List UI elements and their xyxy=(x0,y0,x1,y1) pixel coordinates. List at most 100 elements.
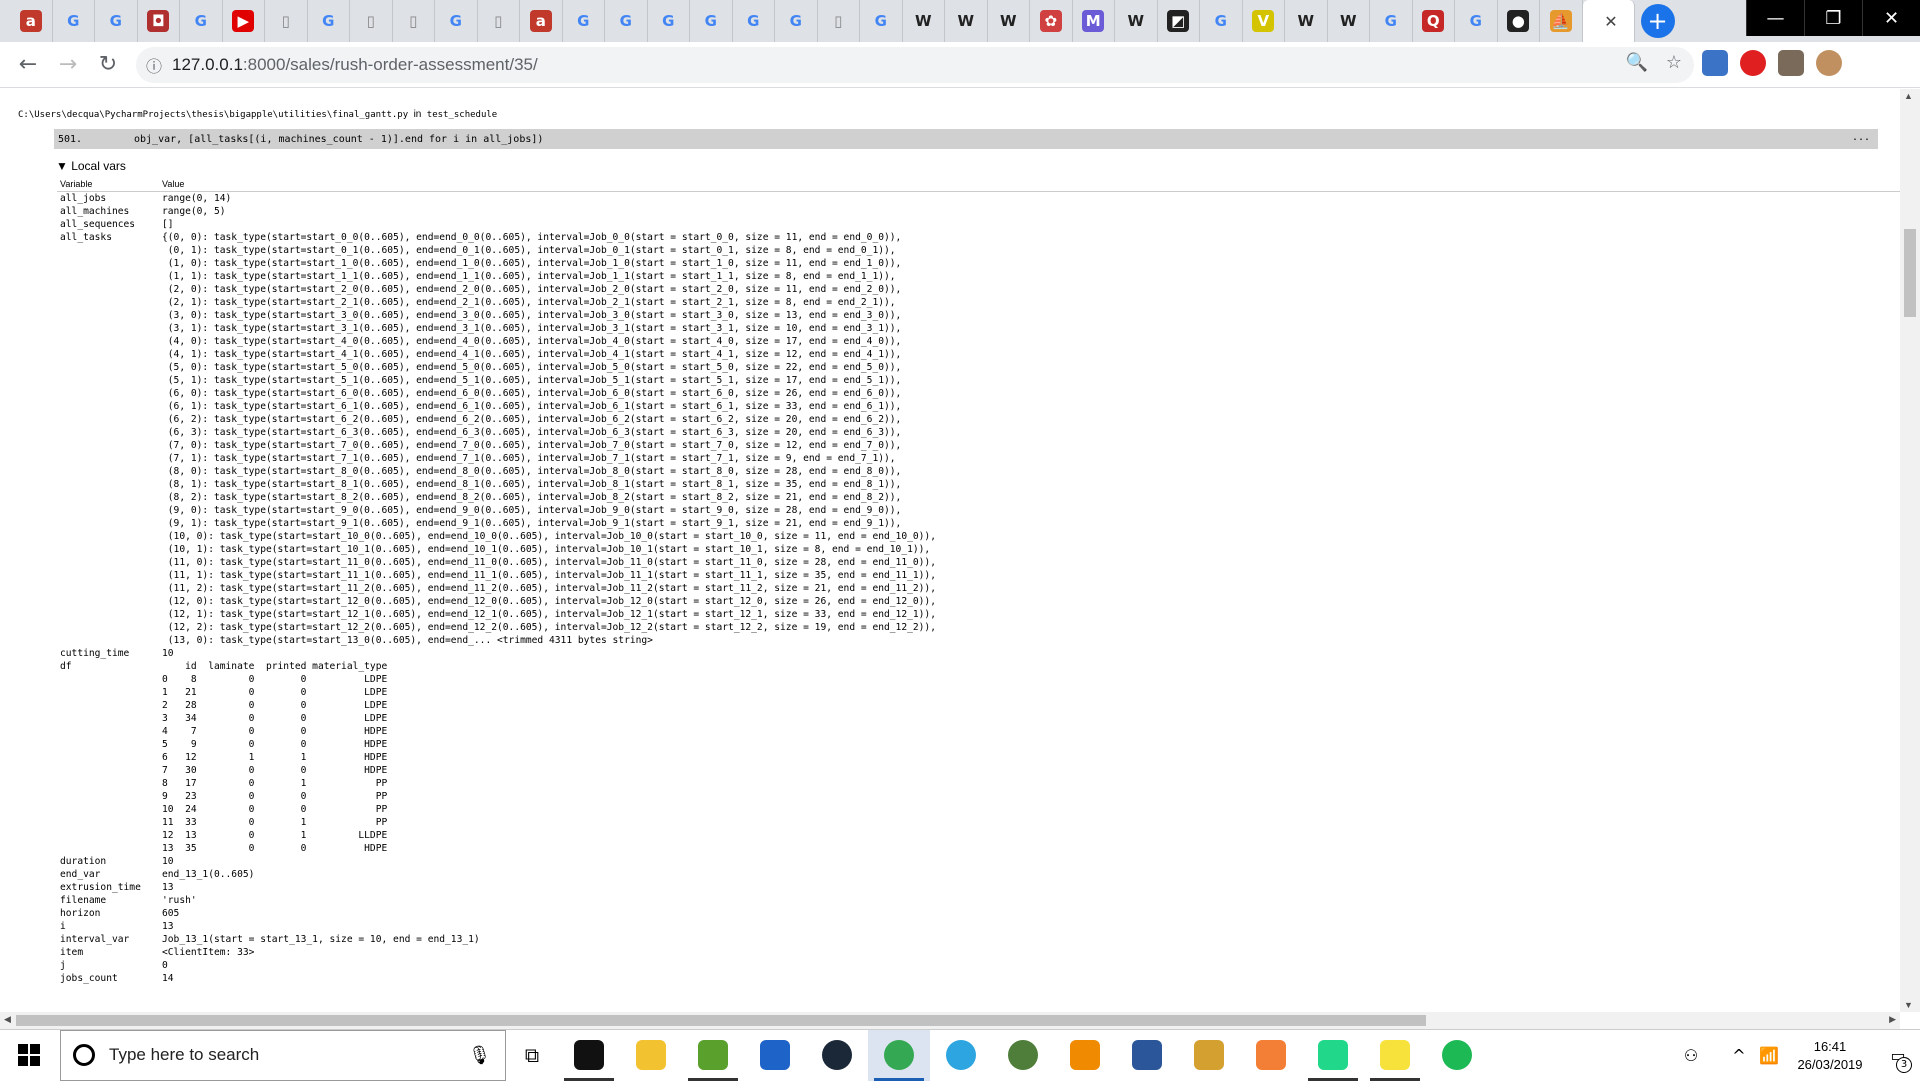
browser-tab[interactable]: W xyxy=(988,0,1030,42)
back-button[interactable]: ← xyxy=(8,45,48,85)
active-tab[interactable]: ✕ xyxy=(1582,0,1635,42)
horizontal-scrollbar[interactable]: ◀ ▶ xyxy=(0,1012,1900,1029)
browser-tab[interactable]: ▯ xyxy=(350,0,393,42)
people-icon[interactable]: ⚇ xyxy=(1676,1046,1706,1065)
browser-tab[interactable]: ● xyxy=(1498,0,1540,42)
taskbar-app-globe[interactable] xyxy=(992,1030,1054,1081)
browser-tab[interactable]: G xyxy=(563,0,605,42)
taskbar-app-paint[interactable] xyxy=(1178,1030,1240,1081)
browser-tab[interactable]: G xyxy=(860,0,903,42)
address-bar[interactable]: ⓘ 127.0.0.1:8000/sales/rush-order-assess… xyxy=(136,47,1694,83)
browser-tab[interactable]: W xyxy=(945,0,988,42)
forward-button[interactable]: → xyxy=(48,45,88,85)
browser-tab[interactable]: W xyxy=(903,0,945,42)
browser-tab[interactable]: G xyxy=(308,0,350,42)
vertical-scroll-thumb[interactable] xyxy=(1904,229,1916,317)
action-center-button[interactable]: ▭ 3 xyxy=(1876,1030,1920,1081)
taskbar-app-xampp[interactable] xyxy=(1240,1030,1302,1081)
extension-icon[interactable] xyxy=(1702,50,1728,76)
taskbar-app-image-editor[interactable] xyxy=(682,1030,744,1081)
profile-avatar[interactable] xyxy=(1816,50,1842,76)
maximize-button[interactable]: ❐ xyxy=(1804,0,1862,36)
browser-tab[interactable]: ⛵ xyxy=(1540,0,1583,42)
taskbar-app-telegram[interactable] xyxy=(930,1030,992,1081)
browser-tab[interactable]: ◩ xyxy=(1158,0,1200,42)
browser-tab[interactable]: V xyxy=(1243,0,1285,42)
site-info-icon[interactable]: ⓘ xyxy=(136,53,172,77)
browser-tab[interactable]: G xyxy=(435,0,478,42)
browser-tab[interactable]: G xyxy=(648,0,690,42)
close-window-button[interactable]: ✕ xyxy=(1862,0,1920,36)
sticky-notes-icon xyxy=(1380,1040,1410,1070)
browser-tab[interactable]: W xyxy=(1285,0,1328,42)
browser-tab[interactable]: a xyxy=(10,0,53,42)
taskbar-search-box[interactable]: Type here to search 🎙 xyxy=(60,1029,506,1081)
taskbar-app-vlc[interactable] xyxy=(1054,1030,1116,1081)
local-vars-toggle[interactable]: ▼ Local vars xyxy=(56,159,126,173)
taskbar-app-word[interactable] xyxy=(1116,1030,1178,1081)
vertical-scrollbar[interactable]: ▲ ▼ xyxy=(1900,89,1920,1012)
browser-tab[interactable]: G xyxy=(605,0,648,42)
browser-tab[interactable]: Q xyxy=(1413,0,1455,42)
task-view-button[interactable]: ⧉ xyxy=(506,1043,558,1067)
browser-tab[interactable]: G xyxy=(775,0,818,42)
reload-button[interactable]: ↻ xyxy=(88,45,128,85)
browser-tab[interactable]: G xyxy=(180,0,223,42)
taskbar-app-spotify[interactable] xyxy=(1426,1030,1488,1081)
close-tab-icon[interactable]: ✕ xyxy=(1604,12,1617,31)
taskbar-app-chrome[interactable] xyxy=(868,1029,930,1081)
browser-tab[interactable]: a xyxy=(520,0,563,42)
browser-tab[interactable]: ✿ xyxy=(1030,0,1073,42)
browser-tab[interactable]: G xyxy=(690,0,733,42)
browser-tab[interactable]: ▶ xyxy=(223,0,265,42)
search-placeholder: Type here to search xyxy=(109,1045,260,1064)
browser-tab[interactable]: W xyxy=(1328,0,1370,42)
browser-tab[interactable]: G xyxy=(53,0,95,42)
scroll-left-arrow[interactable]: ◀ xyxy=(4,1014,11,1025)
expand-context-button[interactable]: ... xyxy=(1852,132,1870,143)
minimize-button[interactable]: — xyxy=(1746,0,1804,36)
taskbar-app-file-explorer[interactable] xyxy=(620,1030,682,1081)
browser-tab[interactable]: G xyxy=(1455,0,1498,42)
horizontal-scroll-thumb[interactable] xyxy=(16,1015,1426,1026)
scroll-down-arrow[interactable]: ▼ xyxy=(1904,1000,1913,1010)
taskbar-app-terminal[interactable] xyxy=(558,1030,620,1081)
new-tab-button[interactable]: + xyxy=(1640,4,1675,38)
microphone-icon[interactable]: 🎙 xyxy=(468,1045,491,1066)
browser-tab[interactable]: ◘ xyxy=(138,0,180,42)
document-icon: ▯ xyxy=(366,12,375,30)
browser-tab[interactable]: G xyxy=(1200,0,1243,42)
variable-name: all_jobs xyxy=(60,193,107,204)
bookmark-star-icon[interactable]: ☆ xyxy=(1666,52,1682,73)
zoom-icon[interactable]: 🔍 xyxy=(1626,52,1648,73)
google-icon: G xyxy=(874,12,887,30)
url-text[interactable]: 127.0.0.1:8000/sales/rush-order-assessme… xyxy=(172,55,538,75)
start-button[interactable] xyxy=(0,1030,58,1081)
browser-tab[interactable]: ▯ xyxy=(393,0,435,42)
scroll-right-arrow[interactable]: ▶ xyxy=(1889,1014,1896,1025)
scroll-up-arrow[interactable]: ▲ xyxy=(1904,91,1913,101)
wikipedia-icon: W xyxy=(999,12,1017,30)
wifi-icon[interactable]: 📶 xyxy=(1754,1046,1784,1065)
opera-icon[interactable] xyxy=(1740,50,1766,76)
taskbar-app-app-blue[interactable] xyxy=(744,1030,806,1081)
browser-tab[interactable]: G xyxy=(733,0,775,42)
taskbar-app-steam[interactable] xyxy=(806,1030,868,1081)
variable-name: jobs_count xyxy=(60,973,118,984)
variable-value: 14 xyxy=(162,972,1900,985)
clock[interactable]: 16:41 26/03/2019 xyxy=(1784,1038,1876,1074)
variable-value-text: 13 xyxy=(162,882,174,893)
browser-tab[interactable]: ▯ xyxy=(818,0,860,42)
taskbar-app-sticky-notes[interactable] xyxy=(1364,1030,1426,1081)
extension-icon[interactable] xyxy=(1778,50,1804,76)
taskbar-app-pycharm[interactable] xyxy=(1302,1030,1364,1081)
context-code-line[interactable]: 501. obj_var, [all_tasks[(i, machines_co… xyxy=(54,129,1878,149)
browser-tab[interactable]: M xyxy=(1073,0,1115,42)
browser-tab[interactable]: G xyxy=(1370,0,1413,42)
show-hidden-icons-chevron-icon[interactable]: ^ xyxy=(1724,1046,1754,1065)
browser-tab[interactable]: ▯ xyxy=(478,0,520,42)
browser-tab[interactable]: W xyxy=(1115,0,1158,42)
browser-tab[interactable]: ▯ xyxy=(265,0,308,42)
google-icon: G xyxy=(704,12,717,30)
browser-tab[interactable]: G xyxy=(95,0,138,42)
